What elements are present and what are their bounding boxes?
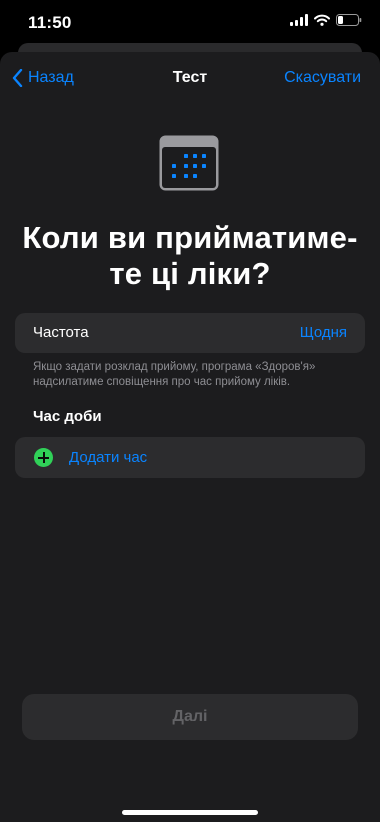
status-bar: 11:50 (0, 0, 380, 46)
wifi-icon (314, 14, 330, 26)
calendar-icon (159, 135, 219, 191)
navigation-bar: Назад Тест Скасувати (0, 52, 380, 106)
cancel-button[interactable]: Скасувати (284, 69, 361, 87)
plus-circle-icon (34, 448, 53, 467)
next-button[interactable]: Далі (22, 694, 358, 740)
time-of-day-title: Час доби (33, 408, 102, 425)
page-heading: Коли ви прийматиме-те ці ліки? (22, 220, 358, 291)
add-time-button[interactable]: Додати час (15, 437, 365, 478)
frequency-value[interactable]: Щодня (300, 324, 347, 341)
battery-icon (336, 14, 362, 26)
status-icons (290, 14, 362, 26)
status-time: 11:50 (28, 13, 72, 32)
signal-icon (290, 14, 308, 26)
schedule-hint: Якщо задати розклад прийому, програма «З… (33, 361, 316, 388)
frequency-label: Частота (33, 324, 89, 341)
add-time-label: Додати час (69, 449, 148, 466)
home-indicator (122, 810, 258, 815)
frequency-row[interactable]: Частота Щодня (15, 313, 365, 353)
modal-sheet: Назад Тест Скасувати Коли ви прийматиме-… (0, 52, 380, 822)
